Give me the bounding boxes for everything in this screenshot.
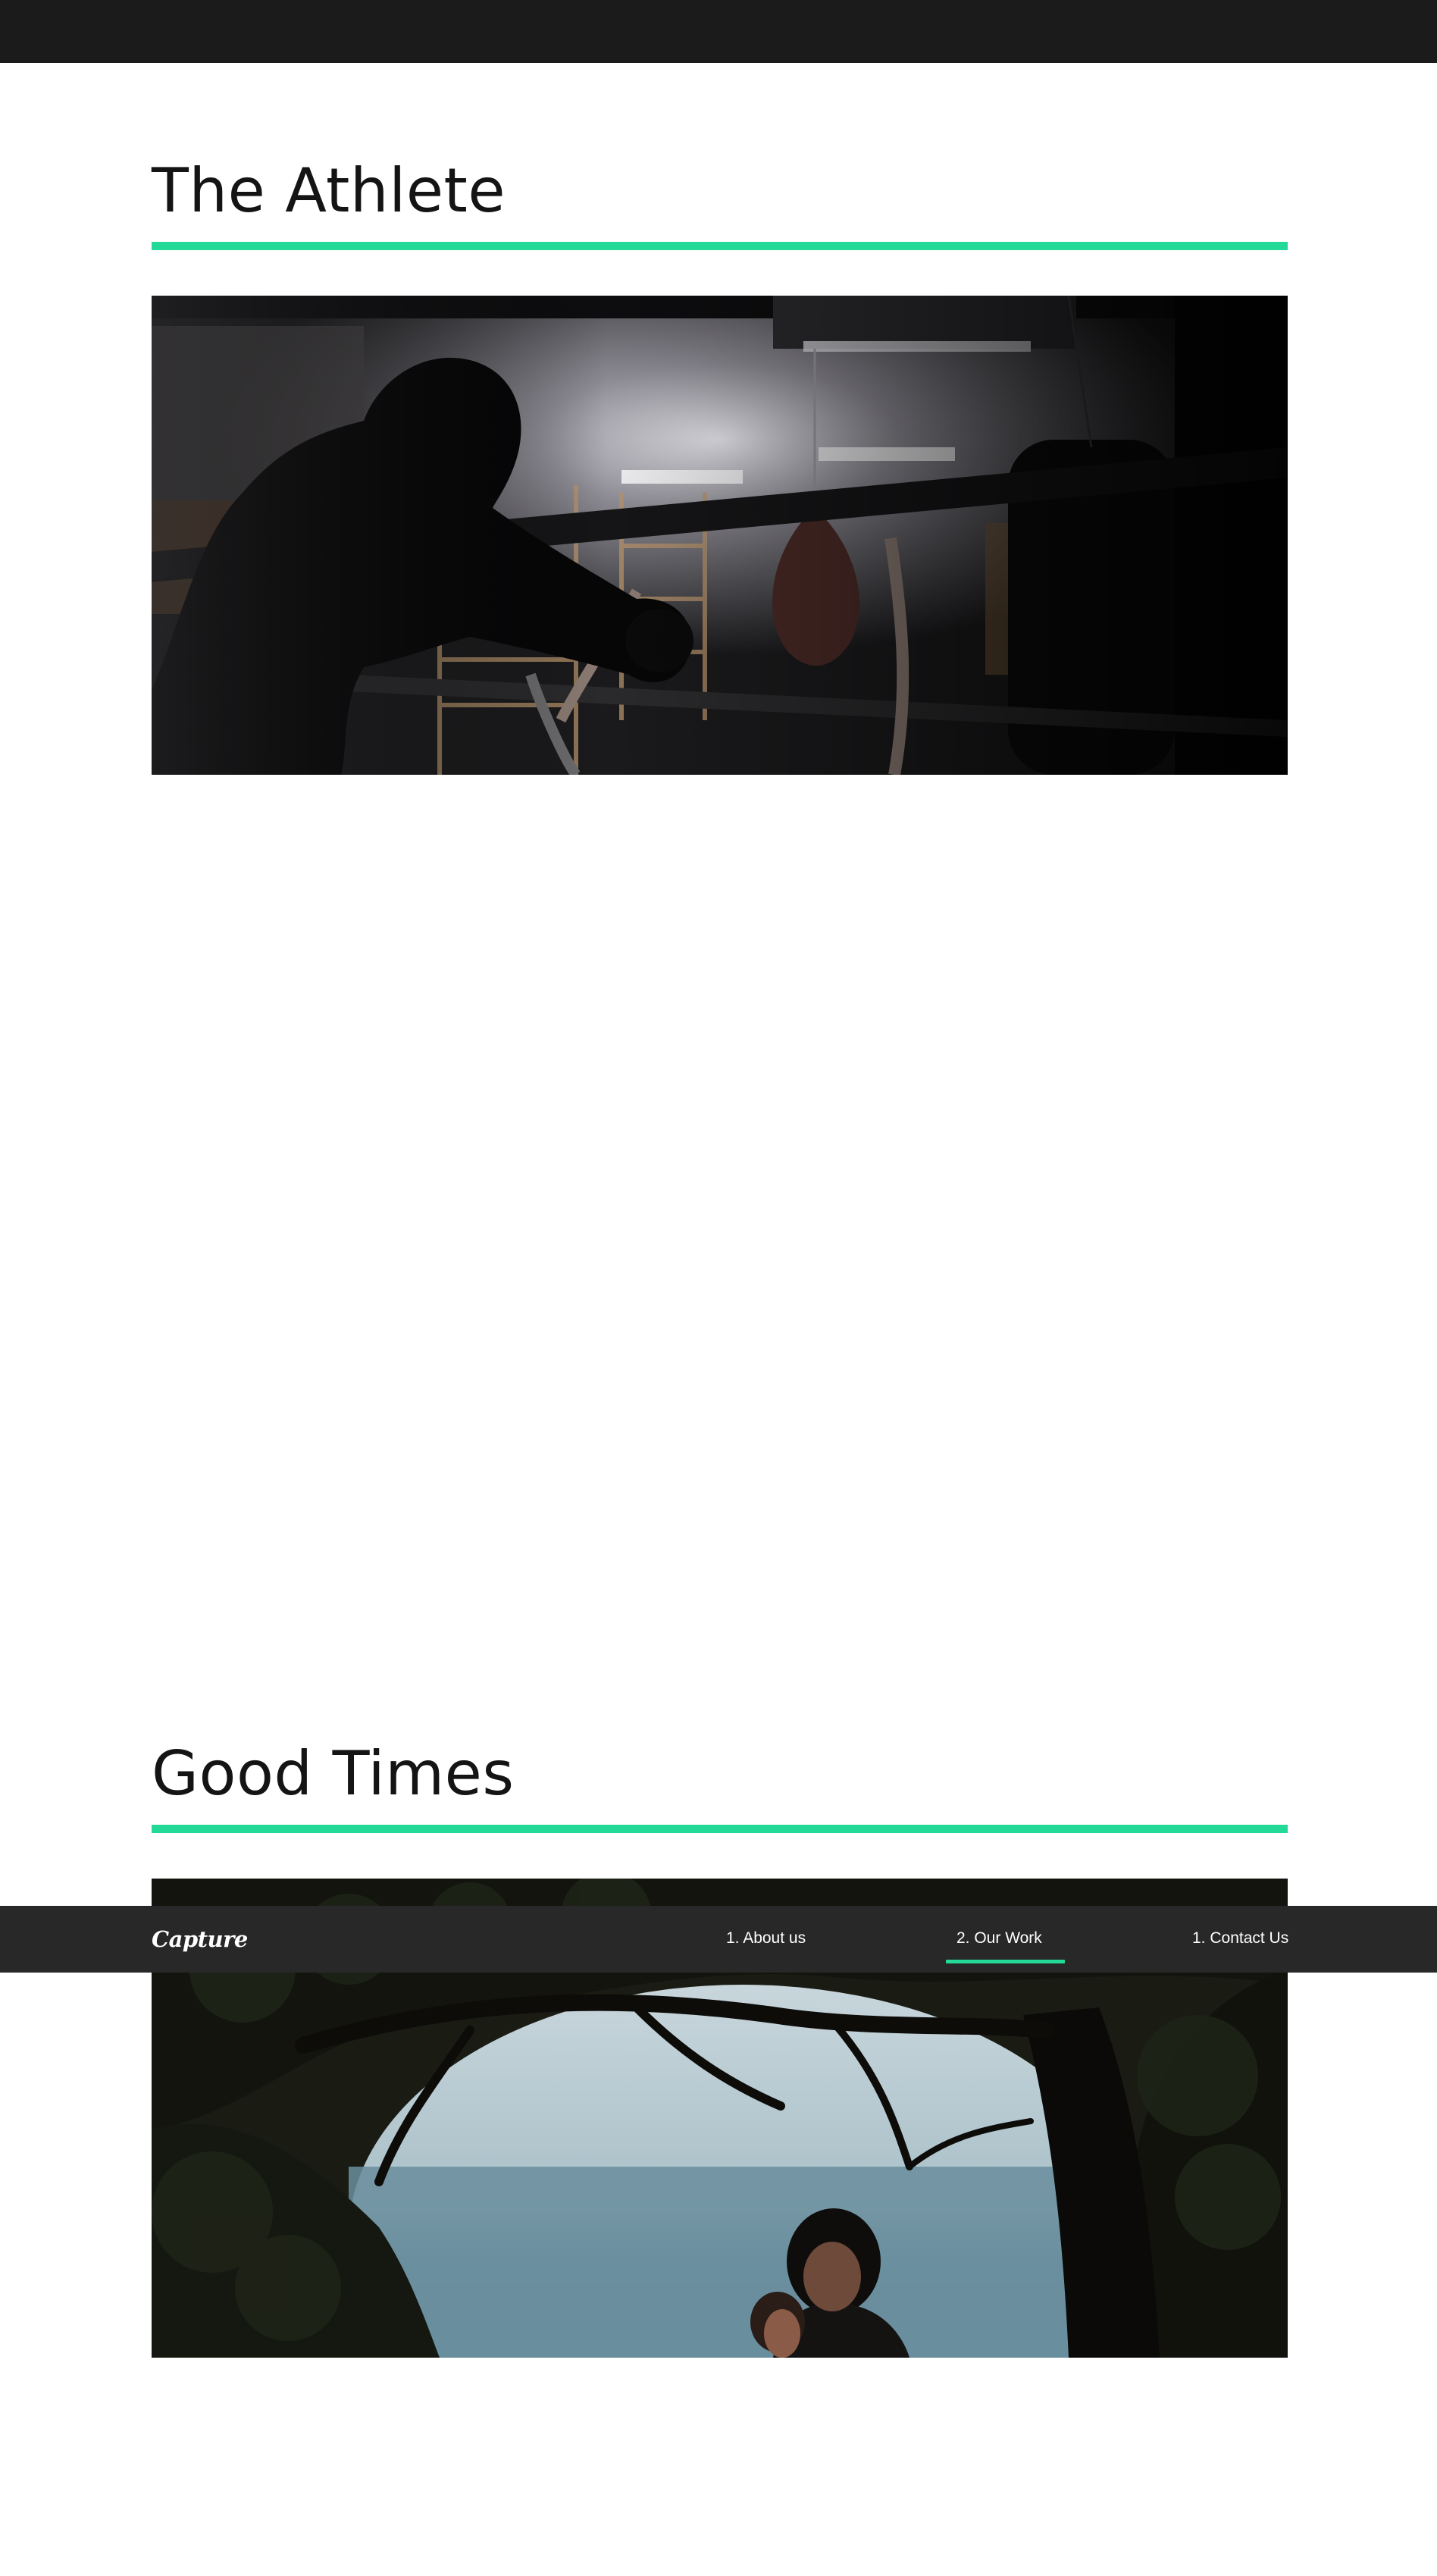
top-bar [0, 0, 1437, 63]
title-underline [152, 242, 1288, 250]
nav-link-about-us[interactable]: 1. About us [726, 1928, 806, 1949]
title-underline [152, 1825, 1288, 1833]
nav-link-contact-us[interactable]: 1. Contact Us [1192, 1928, 1288, 1949]
active-nav-indicator [946, 1960, 1065, 1963]
boxing-gym-photo[interactable] [152, 296, 1288, 775]
navigation-bar: Capture 1. About us 2. Our Work 1. Conta… [0, 1906, 1437, 1973]
boxing-gym-image [152, 296, 1288, 775]
section-title-good-times: Good Times [152, 1738, 515, 1809]
page: The Athlete Good Times Capture 1. About … [0, 0, 1437, 2576]
logo[interactable]: Capture [152, 1926, 248, 1953]
section-title-athlete: The Athlete [152, 155, 506, 226]
nav-link-our-work[interactable]: 2. Our Work [956, 1928, 1042, 1949]
